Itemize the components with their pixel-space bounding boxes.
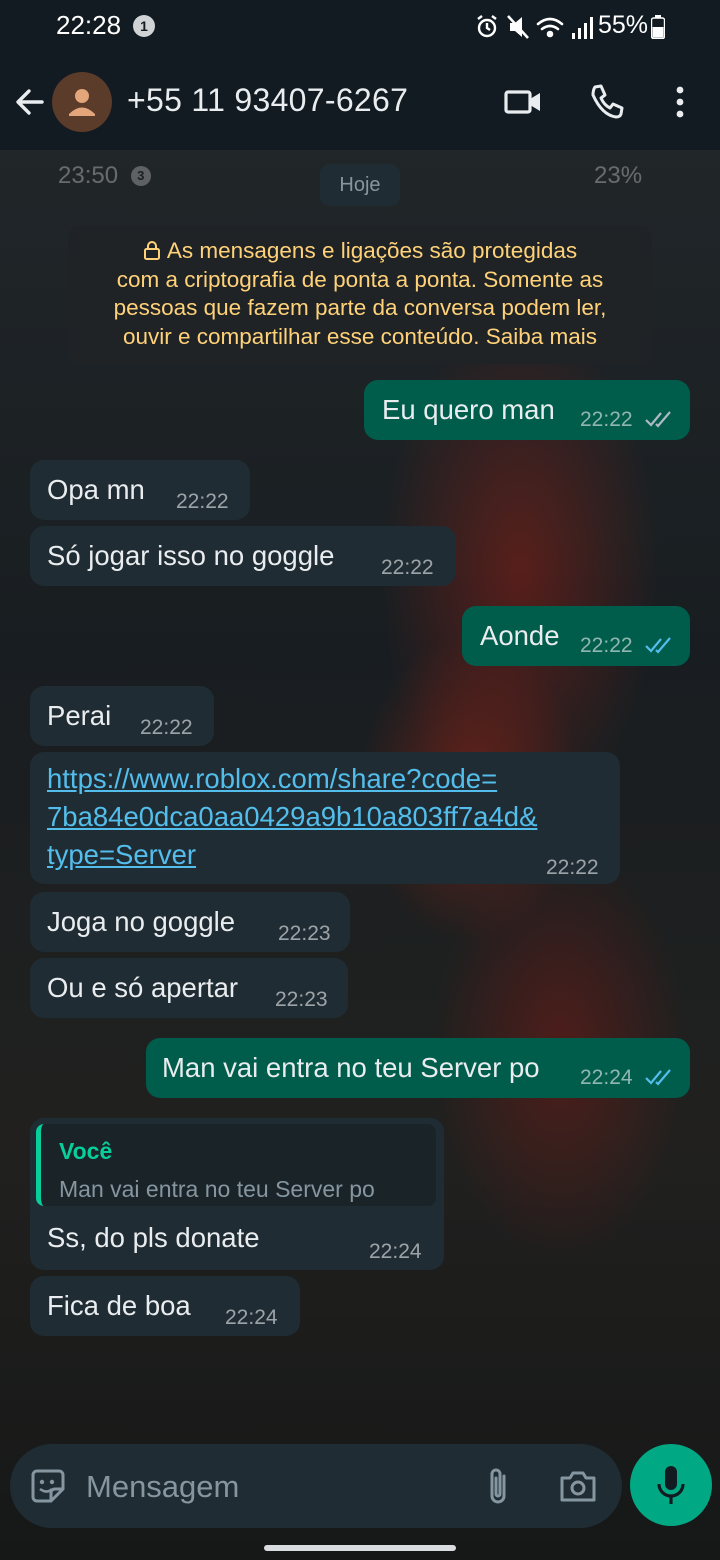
message-time: 22:24	[580, 1066, 633, 1089]
message-bubble-outgoing[interactable]: Eu quero man 22:22	[364, 380, 690, 440]
emoji-icon[interactable]	[28, 1466, 68, 1506]
message-time: 22:22	[140, 716, 193, 739]
message-time: 22:22	[580, 408, 633, 431]
message-text: Ou e só apertar	[47, 972, 239, 1003]
wifi-icon	[536, 17, 564, 38]
back-arrow-icon[interactable]	[12, 84, 48, 120]
message-text: Eu quero man	[382, 394, 555, 425]
avatar[interactable]	[52, 72, 112, 132]
message-bubble-outgoing[interactable]: Man vai entra no teu Server po 22:24	[146, 1038, 690, 1098]
quoted-text: Man vai entra no teu Server po	[59, 1176, 375, 1202]
notification-count-badge: 1	[133, 15, 155, 37]
chat-header: +55 11 93407-6267	[0, 54, 720, 150]
message-time: 22:22	[176, 490, 229, 513]
battery-icon	[651, 15, 665, 39]
message-bubble-incoming[interactable]: Ou e só apertar 22:23	[30, 958, 348, 1018]
message-time: 22:22	[580, 634, 633, 657]
status-bar: 22:28 1 55%	[0, 0, 720, 54]
quoted-author: Você	[59, 1138, 113, 1164]
message-bubble-incoming[interactable]: Perai 22:22	[30, 686, 214, 746]
wallpaper-battery: 23%	[594, 162, 643, 189]
message-time: 22:24	[225, 1306, 278, 1329]
encryption-notice[interactable]: As mensagens e ligações são protegidas c…	[68, 226, 652, 364]
more-vert-icon[interactable]	[660, 82, 700, 122]
quoted-message[interactable]: Você Man vai entra no teu Server po	[36, 1124, 436, 1206]
message-bubble-incoming[interactable]: Joga no goggle 22:23	[30, 892, 350, 952]
attach-icon[interactable]	[482, 1464, 514, 1508]
gesture-nav-handle[interactable]	[264, 1545, 456, 1551]
message-text: Opa mn	[47, 474, 145, 505]
message-time: 22:22	[546, 856, 599, 879]
voice-record-button[interactable]	[630, 1444, 712, 1526]
message-link-line[interactable]: 7ba84e0dca0aa0429a9b10a803ff7a4d&	[47, 798, 537, 836]
mic-icon	[657, 1466, 685, 1504]
message-composer	[10, 1444, 622, 1528]
video-call-icon[interactable]	[503, 82, 543, 122]
message-time: 22:23	[275, 988, 328, 1011]
double-check-delivered-icon	[645, 411, 671, 428]
message-link-line[interactable]: https://www.roblox.com/share?code=	[47, 760, 497, 798]
date-chip: Hoje	[320, 164, 400, 206]
message-text: Ss, do pls donate	[47, 1222, 260, 1253]
message-bubble-incoming[interactable]: Opa mn 22:22	[30, 460, 250, 520]
message-bubble-incoming-reply[interactable]: Você Man vai entra no teu Server po Ss, …	[30, 1118, 444, 1270]
message-text: Joga no goggle	[47, 906, 236, 937]
camera-icon[interactable]	[558, 1466, 598, 1506]
message-text: Aonde	[480, 620, 560, 651]
encryption-notice-line-2: com a criptografia de ponta a ponta. Som…	[116, 266, 604, 292]
wallpaper-time: 23:50 3	[58, 162, 151, 190]
status-time: 22:28	[56, 10, 122, 40]
status-icons	[477, 15, 593, 39]
mute-icon	[507, 15, 529, 39]
message-time: 22:22	[381, 556, 434, 579]
signal-icon	[572, 17, 593, 39]
message-text: Man vai entra no teu Server po	[162, 1052, 540, 1083]
message-text: Só jogar isso no goggle	[47, 540, 335, 571]
message-text: Perai	[47, 700, 112, 731]
wallpaper-badge: 3	[130, 166, 151, 186]
encryption-notice-line-3: pessoas que fazem parte da conversa pode…	[113, 295, 607, 320]
encryption-notice-line-1: As mensagens e ligações são protegidas	[68, 237, 652, 266]
lock-icon	[143, 241, 160, 260]
message-time: 22:24	[369, 1240, 422, 1263]
avatar-icon	[69, 89, 95, 116]
encryption-notice-line-4: ouvir e compartilhar esse conteúdo. Saib…	[123, 323, 597, 349]
battery-percent: 55%	[598, 11, 649, 39]
message-text: Fica de boa	[47, 1290, 191, 1321]
message-input[interactable]	[84, 1462, 468, 1512]
message-bubble-outgoing[interactable]: Aonde 22:22	[462, 606, 690, 666]
message-time: 22:23	[278, 922, 331, 945]
message-link-line[interactable]: type=Server	[47, 836, 196, 874]
phone-icon[interactable]	[586, 82, 626, 122]
double-check-read-icon	[645, 637, 671, 654]
contact-name[interactable]: +55 11 93407-6267	[127, 82, 408, 119]
message-bubble-incoming[interactable]: Fica de boa 22:24	[30, 1276, 300, 1336]
message-bubble-incoming-link[interactable]: https://www.roblox.com/share?code= 7ba84…	[30, 752, 620, 884]
double-check-read-icon	[645, 1069, 671, 1086]
alarm-icon	[477, 15, 497, 38]
message-bubble-incoming[interactable]: Só jogar isso no goggle 22:22	[30, 526, 456, 586]
